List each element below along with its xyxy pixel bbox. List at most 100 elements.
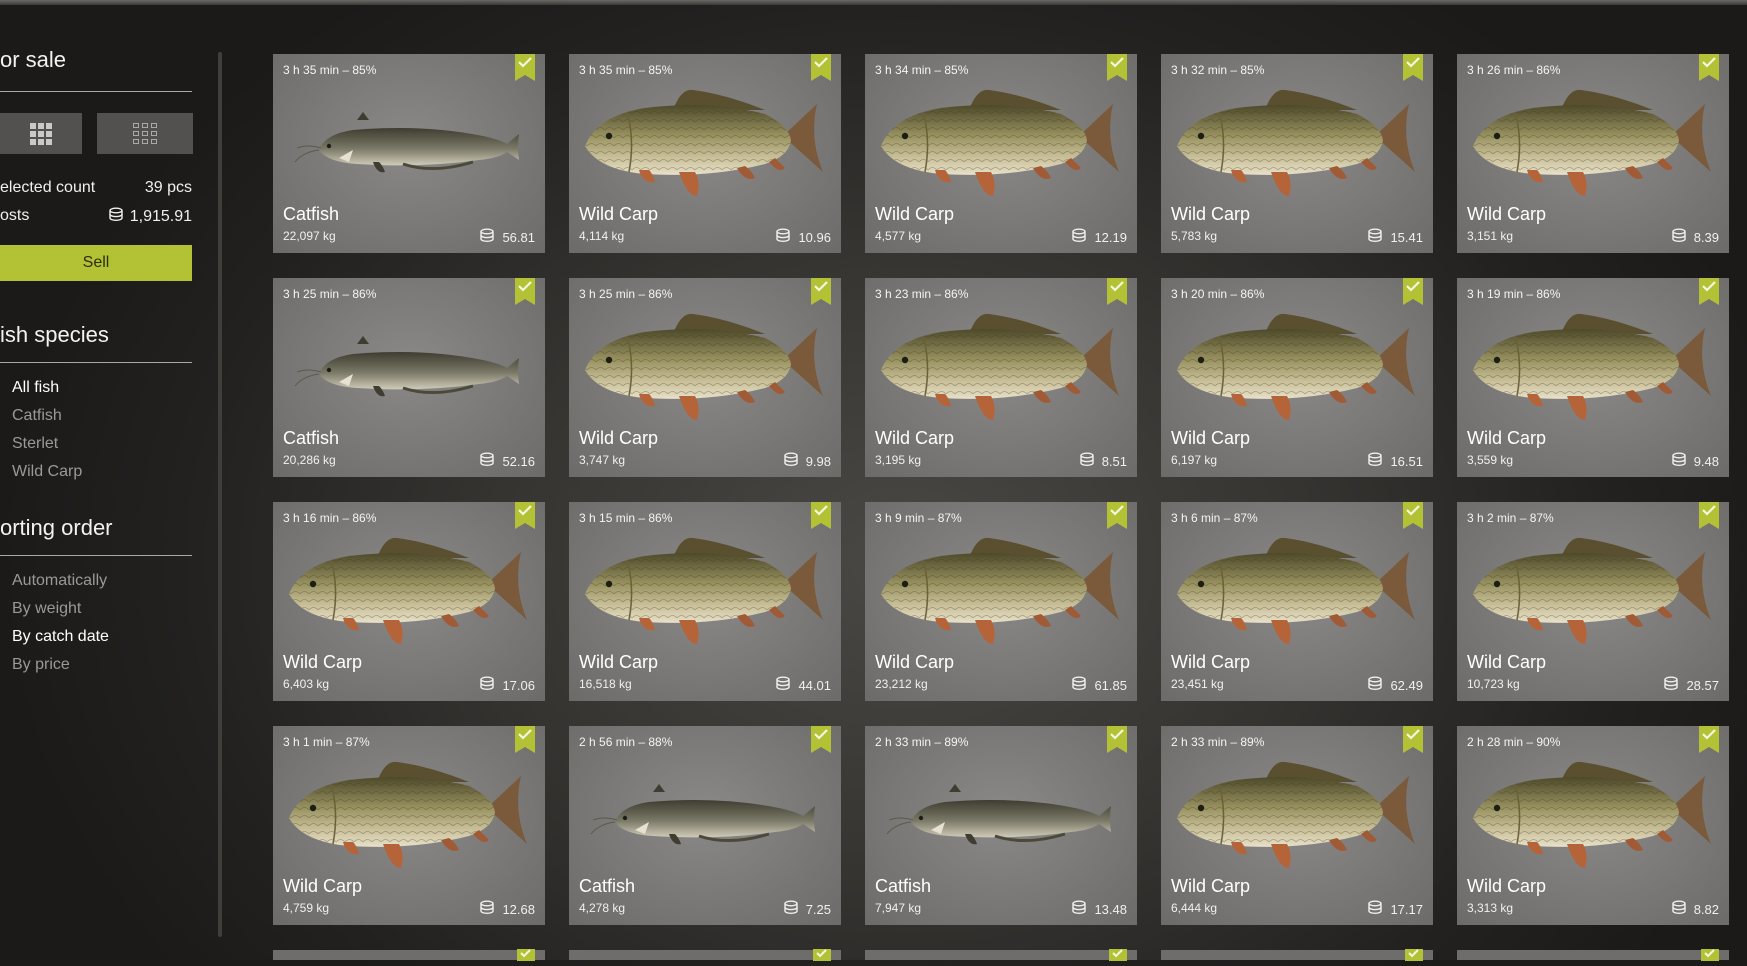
checkmark-ribbon-icon[interactable] [811, 278, 831, 305]
checkmark-ribbon-icon[interactable] [811, 54, 831, 81]
catfish-image [273, 302, 545, 420]
species-filter-sterlet[interactable]: Sterlet [12, 435, 58, 453]
checkmark-ribbon-icon[interactable] [1699, 502, 1719, 529]
checkmark-ribbon-icon[interactable] [515, 54, 535, 81]
sort-option-by-weight[interactable]: By weight [12, 600, 81, 618]
checkmark-ribbon-icon[interactable] [1405, 948, 1423, 961]
fish-price: 28.57 [1663, 676, 1719, 694]
fish-card[interactable]: 3 h 20 min – 86% Wild Carp 6,197 kg 16.5… [1161, 278, 1433, 477]
fish-card-partial[interactable] [1161, 948, 1433, 961]
fish-price: 15.41 [1367, 228, 1423, 246]
fish-card[interactable]: 3 h 26 min – 86% Wild Carp 3,151 kg 8.39 [1457, 54, 1729, 253]
fish-weight: 7,947 kg [875, 901, 922, 915]
fish-card[interactable]: 2 h 33 min – 89% Wild Carp 6,444 kg 17.1… [1161, 726, 1433, 925]
checkmark-ribbon-icon[interactable] [515, 502, 535, 529]
fish-price: 12.68 [479, 900, 535, 918]
fish-weight: 16,518 kg [579, 677, 632, 691]
grid-small-icon [133, 122, 157, 145]
fish-card[interactable]: 3 h 32 min – 85% Wild Carp 5,783 kg 15.4… [1161, 54, 1433, 253]
fish-card[interactable]: 3 h 1 min – 87% Wild Carp 4,759 kg 12.68 [273, 726, 545, 925]
checkmark-ribbon-icon[interactable] [517, 948, 535, 961]
catch-time: 3 h 25 min – 86% [579, 287, 673, 301]
fish-card[interactable]: 2 h 28 min – 90% Wild Carp 3,313 kg 8.82 [1457, 726, 1729, 925]
checkmark-ribbon-icon[interactable] [515, 726, 535, 753]
fish-weight: 3,559 kg [1467, 453, 1514, 467]
sort-option-automatically[interactable]: Automatically [12, 572, 107, 590]
fish-card[interactable]: 3 h 34 min – 85% Wild Carp 4,577 kg 12.1… [865, 54, 1137, 253]
checkmark-ribbon-icon[interactable] [1107, 54, 1127, 81]
checkmark-ribbon-icon[interactable] [1701, 948, 1719, 961]
checkmark-ribbon-icon[interactable] [811, 726, 831, 753]
fish-card[interactable]: 3 h 6 min – 87% Wild Carp 23,451 kg 62.4… [1161, 502, 1433, 701]
price-value: 13.48 [1094, 901, 1127, 917]
fish-card[interactable]: 3 h 35 min – 85% Wild Carp 4,114 kg 10.9… [569, 54, 841, 253]
checkmark-ribbon-icon[interactable] [1107, 502, 1127, 529]
fish-card[interactable]: 3 h 25 min – 86% Wild Carp 3,747 kg 9.98 [569, 278, 841, 477]
checkmark-ribbon-icon[interactable] [813, 948, 831, 961]
fish-card[interactable]: 3 h 25 min – 86% Catfish 20,286 kg 52.16 [273, 278, 545, 477]
sort-option-by-price[interactable]: By price [12, 656, 70, 674]
checkmark-ribbon-icon[interactable] [1403, 502, 1423, 529]
wild-carp-image [1457, 78, 1729, 196]
checkmark-ribbon-icon[interactable] [1699, 278, 1719, 305]
large-grid-view-button[interactable] [0, 113, 82, 154]
fish-price: 9.98 [783, 452, 831, 470]
wild-carp-image [273, 750, 545, 868]
fish-card[interactable]: 2 h 33 min – 89% Catfish 7,947 kg 13.48 [865, 726, 1137, 925]
price-value: 44.01 [798, 677, 831, 693]
fish-price: 8.39 [1671, 228, 1719, 246]
catch-time: 3 h 1 min – 87% [283, 735, 370, 749]
checkmark-ribbon-icon[interactable] [515, 278, 535, 305]
price-value: 52.16 [502, 453, 535, 469]
fish-card[interactable]: 3 h 19 min – 86% Wild Carp 3,559 kg 9.48 [1457, 278, 1729, 477]
coin-stack-icon [1071, 900, 1087, 918]
price-value: 12.19 [1094, 229, 1127, 245]
fish-price: 10.96 [775, 228, 831, 246]
fish-card[interactable]: 3 h 15 min – 86% Wild Carp 16,518 kg 44.… [569, 502, 841, 701]
checkmark-ribbon-icon[interactable] [1699, 54, 1719, 81]
price-value: 8.39 [1693, 229, 1719, 245]
species-filter-wild-carp[interactable]: Wild Carp [12, 463, 82, 481]
species-filter-catfish[interactable]: Catfish [12, 407, 62, 425]
fish-card[interactable]: 3 h 23 min – 86% Wild Carp 3,195 kg 8.51 [865, 278, 1137, 477]
fish-card-partial[interactable] [569, 948, 841, 961]
section-divider [0, 91, 192, 92]
costs-value-group: 1,915.91 [108, 207, 192, 227]
checkmark-ribbon-icon[interactable] [811, 502, 831, 529]
catch-time: 3 h 6 min – 87% [1171, 511, 1258, 525]
fish-card-partial[interactable] [865, 948, 1137, 961]
fish-card-partial[interactable] [273, 948, 545, 961]
fish-name: Wild Carp [875, 428, 955, 448]
checkmark-ribbon-icon[interactable] [1403, 726, 1423, 753]
fish-price: 7.25 [783, 900, 831, 918]
catch-time: 3 h 20 min – 86% [1171, 287, 1265, 301]
fish-card[interactable]: 3 h 2 min – 87% Wild Carp 10,723 kg 28.5… [1457, 502, 1729, 701]
catch-time: 3 h 34 min – 85% [875, 63, 969, 77]
sell-button[interactable]: Sell [0, 245, 192, 281]
fish-price: 8.51 [1079, 452, 1127, 470]
price-value: 62.49 [1390, 677, 1423, 693]
fish-card[interactable]: 3 h 16 min – 86% Wild Carp 6,403 kg 17.0… [273, 502, 545, 701]
fish-name: Wild Carp [1171, 204, 1251, 224]
fish-card-partial[interactable] [1457, 948, 1729, 961]
coin-stack-icon [1367, 900, 1383, 918]
checkmark-ribbon-icon[interactable] [1403, 54, 1423, 81]
checkmark-ribbon-icon[interactable] [1109, 948, 1127, 961]
species-filter-all-fish[interactable]: All fish [12, 379, 59, 397]
fish-card[interactable]: 3 h 35 min – 85% Catfish 22,097 kg 56.81 [273, 54, 545, 253]
fish-weight: 5,783 kg [1171, 229, 1218, 243]
fish-weight: 4,577 kg [875, 229, 922, 243]
fish-name: Wild Carp [579, 204, 659, 224]
sidebar-divider [218, 52, 222, 937]
sort-option-by-catch-date[interactable]: By catch date [12, 628, 109, 646]
fish-price: 52.16 [479, 452, 535, 470]
checkmark-ribbon-icon[interactable] [1107, 726, 1127, 753]
small-grid-view-button[interactable] [97, 113, 193, 154]
fish-weight: 23,451 kg [1171, 677, 1224, 691]
checkmark-ribbon-icon[interactable] [1699, 726, 1719, 753]
coin-stack-icon [1671, 900, 1687, 918]
checkmark-ribbon-icon[interactable] [1403, 278, 1423, 305]
fish-card[interactable]: 2 h 56 min – 88% Catfish 4,278 kg 7.25 [569, 726, 841, 925]
fish-card[interactable]: 3 h 9 min – 87% Wild Carp 23,212 kg 61.8… [865, 502, 1137, 701]
checkmark-ribbon-icon[interactable] [1107, 278, 1127, 305]
